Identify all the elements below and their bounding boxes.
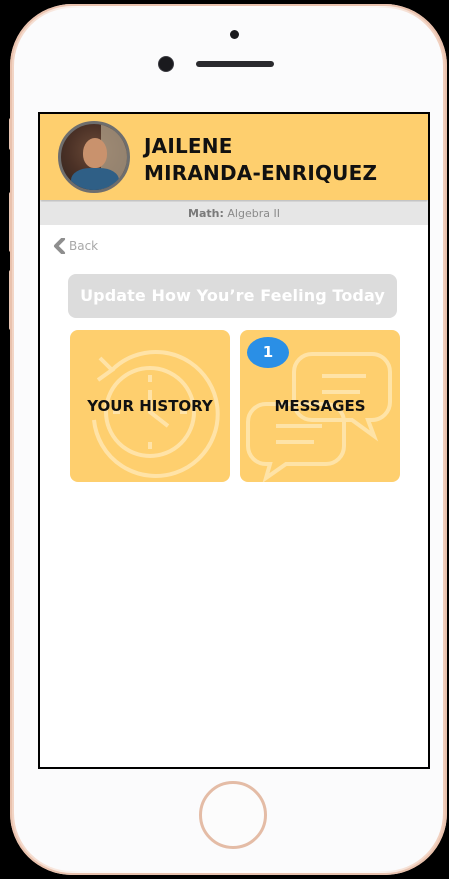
back-label: Back	[69, 239, 99, 253]
back-button[interactable]: Back	[52, 237, 98, 255]
proximity-sensor	[230, 30, 239, 39]
student-last-name: MIRANDA-ENRIQUEZ	[144, 161, 378, 185]
subject-label: Math:	[188, 207, 224, 220]
avatar-body	[71, 168, 119, 190]
app-view: JAILENE MIRANDA-ENRIQUEZ Math: Algebra I…	[40, 114, 428, 767]
screen: JAILENE MIRANDA-ENRIQUEZ Math: Algebra I…	[38, 112, 430, 769]
chevron-left-icon	[54, 238, 65, 254]
device-frame: JAILENE MIRANDA-ENRIQUEZ Math: Algebra I…	[0, 0, 449, 879]
avatar	[58, 121, 130, 193]
subject-bar: Math: Algebra II	[40, 202, 428, 225]
unread-messages-badge: 1	[247, 337, 289, 368]
subject-value: Algebra II	[227, 207, 280, 220]
avatar-face	[83, 138, 107, 168]
student-first-name: JAILENE	[144, 134, 233, 158]
front-camera	[159, 57, 173, 71]
update-feeling-button[interactable]: Update How You’re Feeling Today	[68, 274, 397, 318]
your-history-label: YOUR HISTORY	[87, 397, 213, 415]
profile-header: JAILENE MIRANDA-ENRIQUEZ	[40, 114, 428, 200]
messages-label: MESSAGES	[274, 397, 366, 415]
earpiece-speaker	[196, 61, 274, 67]
your-history-tile[interactable]: YOUR HISTORY	[70, 330, 230, 482]
home-button[interactable]	[199, 781, 267, 849]
